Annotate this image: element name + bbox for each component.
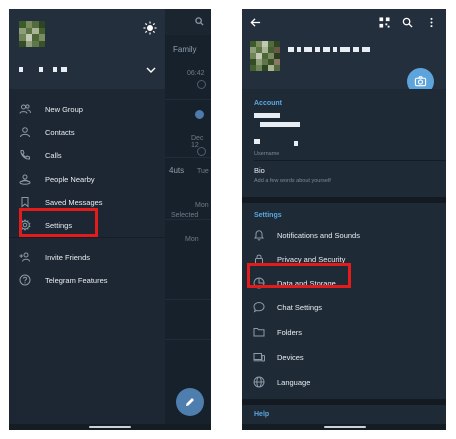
back-arrow-icon[interactable] [250, 17, 261, 28]
bell-icon [254, 230, 264, 241]
chat-row-divider [165, 219, 211, 220]
settings-label: Folders [277, 328, 303, 337]
menu-item-contacts[interactable]: Contacts [9, 121, 165, 143]
menu-item-new-group[interactable]: New Group [9, 98, 165, 120]
settings-label: Devices [277, 353, 304, 362]
settings-item-folders[interactable]: Folders [242, 320, 446, 344]
system-nav-bar [242, 424, 446, 430]
menu-label: Saved Messages [45, 197, 103, 207]
folder-icon [253, 328, 265, 337]
menu-divider [9, 237, 165, 238]
chat-time: Mon [195, 202, 209, 209]
left-phone-screen: Family 06:42 Dec 12 4uts Tue Mon Selecte… [9, 9, 211, 430]
camera-icon [414, 76, 427, 87]
settings-item-devices[interactable]: Devices [242, 345, 446, 369]
chat-status-dot [197, 80, 206, 89]
home-indicator[interactable] [89, 426, 131, 428]
username-pixelated[interactable] [254, 139, 260, 144]
compose-button[interactable] [176, 388, 204, 416]
avatar[interactable] [19, 21, 45, 47]
section-title-account: Account [254, 100, 282, 107]
menu-label: Contacts [45, 127, 75, 137]
search-icon[interactable] [195, 17, 204, 26]
avatar[interactable] [250, 41, 280, 71]
qr-code-icon[interactable] [379, 17, 390, 28]
settings-item-notifications[interactable]: Notifications and Sounds [242, 223, 446, 247]
chat-list-header [165, 9, 211, 35]
contact-icon [20, 127, 30, 138]
account-divider [254, 160, 446, 161]
more-vert-icon[interactable] [426, 17, 437, 28]
right-phone-screen: Account Username Bio Add a few words abo… [242, 9, 446, 430]
group-icon [19, 104, 31, 114]
chat-time: Tue [197, 168, 209, 175]
system-nav-bar [9, 424, 211, 430]
bio-placeholder: Add a few words about yourself [254, 178, 331, 184]
chat-folder-tab[interactable]: Family [173, 45, 197, 54]
chat-preview: 4uts [169, 166, 185, 175]
settings-item-chat-settings[interactable]: Chat Settings [242, 295, 446, 319]
globe-icon [253, 376, 265, 388]
unread-badge [195, 110, 204, 119]
phone-number-pixelated [260, 122, 300, 127]
chat-status-dot [197, 147, 206, 156]
chat-bubble-icon [253, 301, 265, 313]
home-indicator[interactable] [324, 426, 366, 428]
chat-row-divider [165, 99, 211, 100]
username-label: Username [254, 151, 280, 157]
menu-item-invite-friends[interactable]: Invite Friends [9, 246, 165, 268]
chat-row-divider [165, 299, 211, 300]
section-title-settings: Settings [254, 212, 282, 219]
bio-title[interactable]: Bio [254, 166, 265, 175]
chat-time: Mon [185, 236, 199, 243]
menu-label: New Group [45, 104, 83, 114]
menu-label: Calls [45, 150, 62, 160]
menu-item-people-nearby[interactable]: People Nearby [9, 168, 165, 190]
phone-icon [20, 150, 30, 160]
settings-section: Settings Notifications and Sounds Privac… [242, 203, 446, 399]
nearby-icon [19, 174, 31, 185]
menu-item-calls[interactable]: Calls [9, 144, 165, 166]
chat-preview: Selected [171, 212, 199, 219]
phone-number-pixelated[interactable] [254, 113, 280, 118]
chevron-down-icon[interactable] [146, 65, 156, 75]
menu-label: Invite Friends [45, 252, 91, 262]
question-icon [19, 274, 31, 286]
drawer-header [9, 9, 165, 89]
menu-label: Telegram Features [45, 275, 108, 285]
highlight-box-data-storage [247, 263, 351, 288]
settings-label: Notifications and Sounds [277, 231, 360, 240]
search-icon[interactable] [402, 17, 413, 28]
chat-row-divider [165, 157, 211, 158]
help-section: Help [242, 405, 446, 424]
section-title-help: Help [254, 411, 270, 418]
profile-name-pixelated [288, 47, 370, 52]
username-pixelated [294, 141, 298, 146]
menu-item-telegram-features[interactable]: Telegram Features [9, 269, 165, 291]
settings-item-language[interactable]: Language [242, 370, 446, 394]
devices-icon [253, 353, 265, 362]
theme-toggle-icon[interactable] [143, 21, 157, 35]
add-user-icon [19, 252, 30, 262]
chat-row-divider [165, 339, 211, 340]
account-section: Account Username Bio Add a few words abo… [242, 89, 446, 197]
menu-label: People Nearby [45, 174, 95, 184]
settings-label: Chat Settings [277, 303, 323, 312]
account-name-pixelated [19, 67, 67, 72]
pencil-icon [186, 398, 194, 406]
bookmark-icon [21, 197, 29, 208]
chat-time: 06:42 [187, 70, 205, 77]
settings-label: Language [277, 378, 311, 387]
highlight-box-settings [19, 208, 98, 237]
